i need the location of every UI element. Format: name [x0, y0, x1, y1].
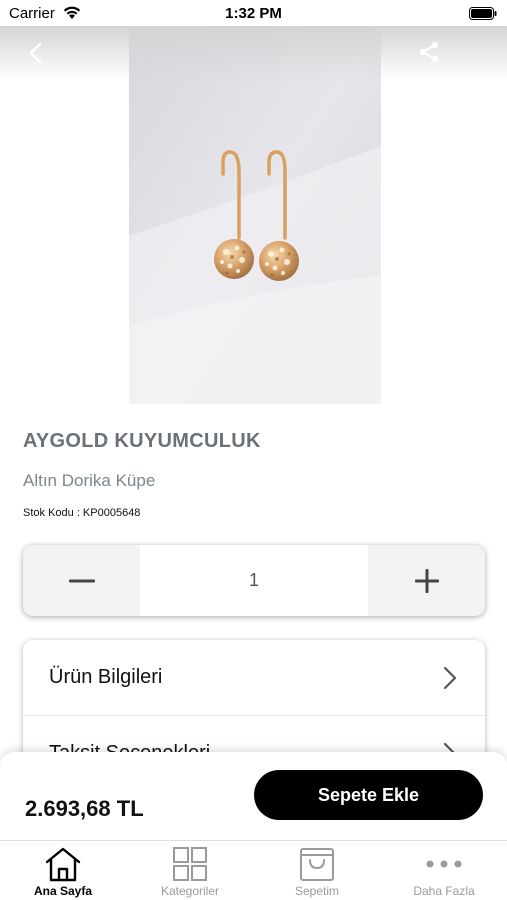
tab-categories-label: Kategoriler: [160, 884, 220, 898]
more-icon: [426, 860, 462, 868]
quantity-stepper: 1: [23, 545, 485, 616]
grid-icon: [173, 847, 207, 881]
chevron-left-icon: [29, 42, 42, 64]
tab-categories[interactable]: Kategoriler: [127, 841, 253, 900]
stock-code: Stok Kodu : KP0005648: [23, 507, 141, 519]
tab-home-label: Ana Sayfa: [33, 884, 93, 898]
brand-name: AYGOLD KUYUMCULUK: [23, 430, 261, 452]
tab-home[interactable]: Ana Sayfa: [0, 841, 126, 900]
back-button[interactable]: [24, 40, 50, 66]
clock: 1:32 PM: [225, 5, 282, 22]
product-details-label: Ürün Bilgileri: [49, 666, 163, 688]
product-image-area: [0, 26, 507, 404]
tab-cart-label: Sepetim: [294, 884, 340, 898]
share-icon: [419, 41, 439, 63]
product-price: 2.693,68 TL: [25, 796, 144, 821]
tab-cart[interactable]: Sepetim: [254, 841, 380, 900]
add-to-cart-button[interactable]: Sepete Ekle: [254, 770, 483, 820]
tab-more-label: Daha Fazla: [413, 884, 475, 898]
bag-icon: [300, 848, 334, 881]
tab-bar: Ana Sayfa Kategoriler Sepetim Daha Fazla: [0, 840, 507, 900]
decrease-quantity-button[interactable]: [23, 545, 140, 616]
increase-quantity-button[interactable]: [368, 545, 485, 616]
share-button[interactable]: [417, 40, 441, 64]
status-bar: Carrier 1:32 PM: [0, 0, 507, 26]
battery-icon: [469, 7, 497, 20]
chevron-right-icon: [443, 666, 457, 690]
purchase-bar: 2.693,68 TL Sepete Ekle: [0, 752, 507, 840]
minus-icon: [68, 579, 95, 582]
plus-icon: [414, 568, 439, 593]
home-icon: [45, 847, 81, 882]
product-photo: [129, 26, 381, 404]
product-title: Altın Dorika Küpe: [23, 471, 156, 490]
product-details-row[interactable]: Ürün Bilgileri: [23, 640, 485, 716]
quantity-value[interactable]: 1: [140, 545, 368, 616]
tab-more[interactable]: Daha Fazla: [381, 841, 507, 900]
